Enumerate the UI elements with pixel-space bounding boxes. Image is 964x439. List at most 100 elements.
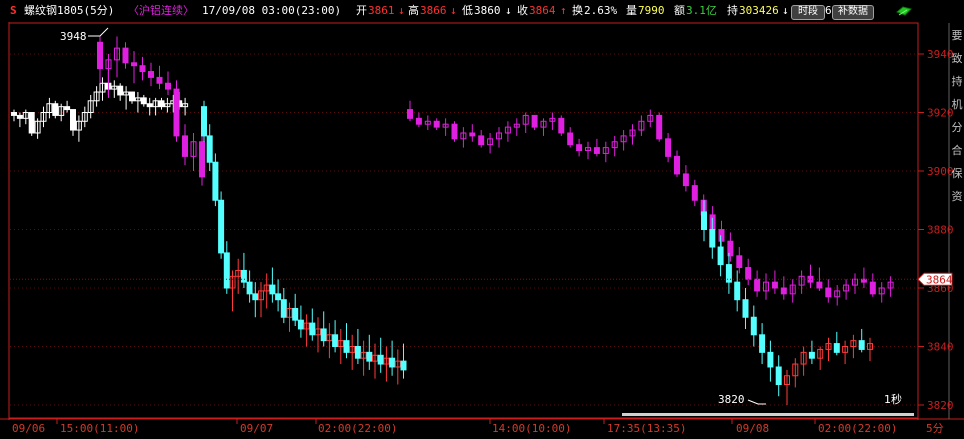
candle-body <box>400 360 407 371</box>
candle-body <box>478 135 485 146</box>
candle-body <box>173 88 180 137</box>
candle-body <box>734 281 741 301</box>
timeshare-button[interactable]: 时段 <box>791 5 825 20</box>
candle-body <box>415 117 422 125</box>
scroll-indicator <box>622 413 914 416</box>
candle-body <box>223 252 230 289</box>
candle-body <box>131 62 137 67</box>
time-axis: 09/06 15:00(11:00) 09/07 02:00(22:00) 14… <box>0 420 964 439</box>
candle-body <box>869 281 876 295</box>
candle-body <box>366 351 373 362</box>
candle-body <box>292 307 299 321</box>
candle-body <box>433 120 440 128</box>
candle-body <box>567 132 574 146</box>
side-tab[interactable]: 资 <box>950 185 964 208</box>
high-price-annotation: 3948 <box>60 30 87 43</box>
candle-body <box>11 112 17 116</box>
oi-value: 303426 <box>739 4 779 17</box>
candle-body <box>407 109 413 119</box>
candle-body <box>754 278 761 292</box>
candle-body <box>389 357 396 368</box>
amount-label: 额 <box>674 4 685 17</box>
candle-body <box>750 316 757 336</box>
candle-body <box>252 293 259 301</box>
candle-body <box>780 287 787 295</box>
candle-body <box>199 141 205 178</box>
oi-label: 持 <box>727 4 738 17</box>
side-tab[interactable]: 要 <box>950 24 964 47</box>
candle-body <box>212 161 219 201</box>
candle-body <box>665 138 672 157</box>
header-cut-digit: 6 <box>825 4 832 17</box>
bar-datetime: 17/09/08 03:00(23:00) <box>202 4 342 17</box>
low-price-annotation: 3820 <box>718 393 745 406</box>
low-price-leader <box>747 399 766 405</box>
candle-body <box>165 82 171 90</box>
candle-body <box>377 354 384 365</box>
candle-body <box>701 211 707 230</box>
candle-body <box>240 269 247 283</box>
candle-body <box>736 255 743 269</box>
candle-body <box>28 112 35 134</box>
side-tab[interactable]: 持 <box>950 70 964 93</box>
candle-body <box>129 91 135 102</box>
linked-contract[interactable]: 〈沪铝连续〉 <box>128 4 194 18</box>
candle-body <box>297 319 304 330</box>
candle-body <box>656 114 663 140</box>
candle-body <box>206 135 213 163</box>
side-tab[interactable]: 保 <box>950 162 964 185</box>
candle-body <box>691 185 698 201</box>
side-panel-tabs[interactable]: 要 致 持 机 分 合 保 资 <box>950 24 964 419</box>
candle-body <box>122 47 129 64</box>
down-arrow-icon: ↓ <box>505 4 512 17</box>
high-label: 高 <box>408 4 419 17</box>
s-badge: S <box>10 4 17 17</box>
candle-body <box>808 351 815 359</box>
candle-body <box>771 281 778 289</box>
side-tab[interactable]: 致 <box>950 47 964 70</box>
time-label: 15:00(11:00) <box>60 422 140 435</box>
candle-body <box>269 284 276 295</box>
candle-body <box>742 299 749 318</box>
candle-body <box>858 340 865 350</box>
candle-body <box>745 267 752 280</box>
turnover-label: 换 <box>572 4 583 17</box>
supplement-data-button[interactable]: 补数据 <box>832 5 874 20</box>
candle-body <box>139 65 146 73</box>
candle-body <box>158 100 165 108</box>
candle-body <box>717 246 724 266</box>
candle-body <box>201 106 207 137</box>
time-label: 09/07 <box>240 422 274 435</box>
close-value: 3864 <box>529 4 556 17</box>
up-arrow-icon: ↑ <box>560 4 567 17</box>
candle-body <box>70 109 76 131</box>
side-tab[interactable]: 合 <box>950 139 964 162</box>
candle-body <box>674 155 680 175</box>
close-label: 收 <box>517 4 528 17</box>
contract-name: 螺纹钢1805(5分) <box>24 4 115 17</box>
side-tab[interactable]: 机 <box>950 93 964 116</box>
high-value: 3866 <box>420 4 447 17</box>
candle-body <box>332 334 339 347</box>
high-price-leader <box>88 27 109 37</box>
candle-body <box>759 334 766 353</box>
candle-body <box>117 85 124 96</box>
candle-body <box>309 322 316 336</box>
candle-body <box>825 287 832 298</box>
candle-body <box>280 299 287 318</box>
candle-body <box>593 147 600 154</box>
candle-body <box>531 114 538 128</box>
green-flag-icon[interactable] <box>895 6 913 18</box>
candle-body <box>97 41 103 70</box>
volume-label: 量 <box>626 4 637 17</box>
candle-body <box>343 340 350 353</box>
candle-body <box>246 281 253 295</box>
candle-body <box>767 351 774 368</box>
candle-body <box>275 293 282 301</box>
low-label: 低 <box>462 4 473 17</box>
side-tab[interactable]: 分 <box>950 116 964 139</box>
candle-body <box>16 114 23 119</box>
candle-body <box>218 199 225 254</box>
period-label[interactable]: 5分 <box>926 422 944 436</box>
candle-body <box>718 229 725 242</box>
